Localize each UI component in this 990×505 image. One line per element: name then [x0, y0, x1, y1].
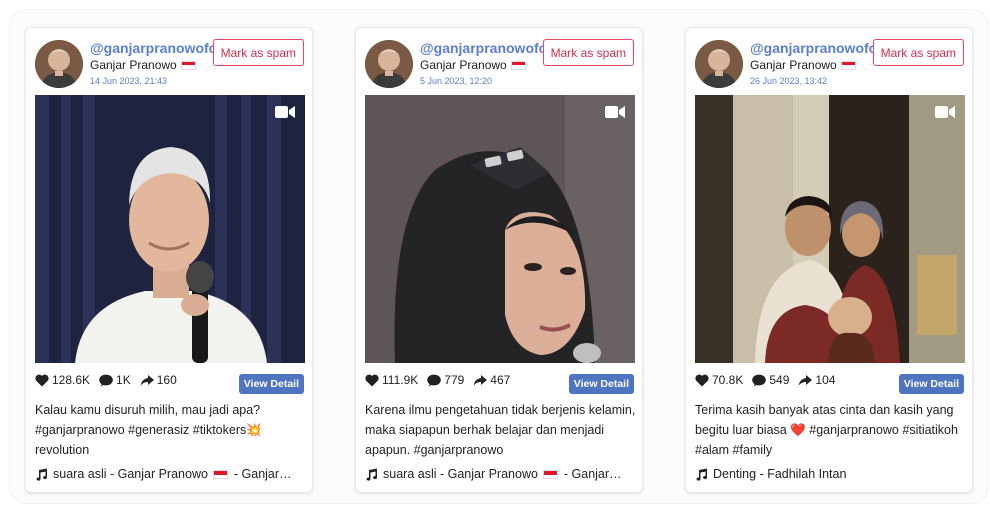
post-handle[interactable]: @ganjarpranowofc	[420, 40, 546, 56]
post-date: 5 Jun 2023, 12:20	[420, 76, 493, 86]
music-title-a: suara asli - Ganjar Pranowo	[383, 467, 542, 481]
post-caption: Karena ilmu pengetahuan tidak berjenis k…	[365, 403, 636, 457]
shares-stat: 104	[798, 373, 835, 387]
post-handle[interactable]: @ganjarpranowofc	[750, 40, 876, 56]
avatar[interactable]	[365, 40, 413, 88]
indonesia-flag-icon	[180, 60, 196, 70]
post-author-name: Ganjar Pranowo	[420, 58, 526, 72]
music-title: Denting - Fadhilah Intan	[713, 467, 846, 481]
shares-count: 104	[815, 373, 836, 387]
avatar[interactable]	[35, 40, 83, 88]
comments-stat: 779	[427, 373, 464, 387]
shares-count: 467	[490, 373, 511, 387]
likes-count: 111.9K	[382, 373, 419, 387]
likes-stat: 128.6K	[35, 373, 90, 387]
post-card: @ganjarpranowofc Ganjar Pranowo 5 Jun 20…	[355, 27, 643, 493]
post-stats: 111.9K 779 467	[365, 373, 519, 387]
music-note-icon	[36, 468, 48, 481]
view-detail-button[interactable]: View Detail	[568, 374, 634, 394]
likes-stat: 70.8K	[695, 373, 743, 387]
comments-count: 779	[444, 373, 465, 387]
video-camera-icon	[275, 106, 295, 118]
post-date: 26 Jun 2023, 13:42	[750, 76, 828, 86]
heart-icon	[35, 374, 49, 386]
likes-stat: 111.9K	[365, 373, 418, 387]
music-title-a: suara asli - Ganjar Pranowo	[53, 467, 212, 481]
indonesia-flag-icon	[543, 470, 559, 479]
heart-icon	[365, 374, 379, 386]
mark-as-spam-button[interactable]: Mark as spam	[872, 39, 964, 66]
video-camera-icon	[935, 106, 955, 118]
mark-as-spam-button[interactable]: Mark as spam	[212, 39, 304, 66]
video-thumbnail[interactable]	[35, 95, 305, 363]
author-name-text: Ganjar Pranowo	[90, 58, 177, 72]
post-date: 14 Jun 2023, 21:43	[90, 76, 168, 86]
comment-icon	[427, 374, 442, 386]
shares-stat: 160	[140, 373, 177, 387]
post-music[interactable]: suara asli - Ganjar Pranowo - Ganjar…	[365, 467, 637, 481]
shares-count: 160	[156, 373, 177, 387]
comment-icon	[99, 374, 113, 386]
heart-icon	[695, 374, 709, 386]
video-thumbnail[interactable]	[695, 95, 965, 363]
indonesia-flag-icon	[213, 470, 229, 479]
post-author-name: Ganjar Pranowo	[90, 58, 196, 72]
post-caption: Terima kasih banyak atas cinta dan kasih…	[695, 403, 958, 457]
shares-stat: 467	[473, 373, 510, 387]
mark-as-spam-button[interactable]: Mark as spam	[542, 39, 634, 66]
music-title: suara asli - Ganjar Pranowo - Ganjar…	[53, 467, 292, 481]
music-title-a: Denting - Fadhilah Intan	[713, 467, 847, 481]
music-note-icon	[696, 468, 708, 481]
post-stats: 128.6K 1K 160	[35, 373, 186, 387]
post-card: @ganjarpranowofc Ganjar Pranowo 14 Jun 2…	[25, 27, 313, 493]
author-name-text: Ganjar Pranowo	[750, 58, 837, 72]
share-icon	[473, 374, 488, 386]
music-title-b: - Ganjar…	[230, 467, 292, 481]
comments-stat: 1K	[99, 373, 131, 387]
likes-count: 70.8K	[712, 373, 744, 387]
comments-count: 1K	[116, 373, 131, 387]
indonesia-flag-icon	[840, 60, 856, 70]
post-handle[interactable]: @ganjarpranowofc	[90, 40, 216, 56]
music-title-b: - Ganjar…	[560, 467, 622, 481]
post-grid: @ganjarpranowofc Ganjar Pranowo 14 Jun 2…	[0, 0, 990, 505]
post-card: @ganjarpranowofc Ganjar Pranowo 26 Jun 2…	[685, 27, 973, 493]
post-stats: 70.8K 549 104	[695, 373, 844, 387]
post-caption: Kalau kamu disuruh milih, mau jadi apa? …	[35, 403, 262, 457]
video-camera-icon	[605, 106, 625, 118]
view-detail-button[interactable]: View Detail	[238, 374, 304, 394]
post-author-name: Ganjar Pranowo	[750, 58, 856, 72]
post-music[interactable]: suara asli - Ganjar Pranowo - Ganjar…	[35, 467, 307, 481]
music-title: suara asli - Ganjar Pranowo - Ganjar…	[383, 467, 622, 481]
post-music[interactable]: Denting - Fadhilah Intan	[695, 467, 967, 481]
likes-count: 128.6K	[52, 373, 91, 387]
video-thumbnail[interactable]	[365, 95, 635, 363]
comment-icon	[752, 374, 767, 386]
view-detail-button[interactable]: View Detail	[898, 374, 964, 394]
avatar[interactable]	[695, 40, 743, 88]
share-icon	[798, 374, 813, 386]
indonesia-flag-icon	[510, 60, 526, 70]
share-icon	[140, 374, 154, 386]
author-name-text: Ganjar Pranowo	[420, 58, 507, 72]
comments-stat: 549	[752, 373, 789, 387]
comments-count: 549	[769, 373, 790, 387]
music-note-icon	[366, 468, 378, 481]
